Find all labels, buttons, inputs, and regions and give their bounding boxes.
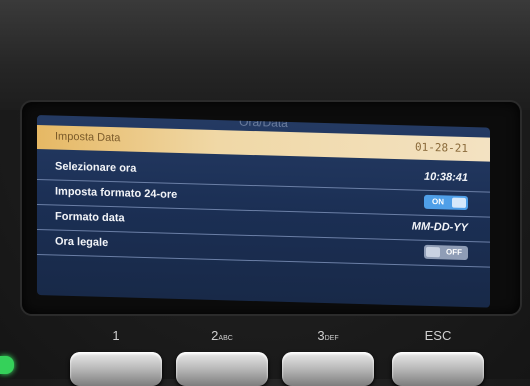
key-label: 2ABC [211,328,233,343]
toggle-knob [452,197,466,208]
setting-label: Selezionare ora [55,160,137,175]
24h-format-toggle[interactable]: ON [424,194,468,211]
key-label: 1 [112,328,120,343]
key-label: ESC [424,328,452,343]
setting-label: Imposta Data [55,130,121,145]
keypad: 1 2ABC 3DEF ESC [0,328,530,386]
date-format-value: MM-DD-YY [411,220,468,235]
device-housing [0,0,530,110]
key-esc[interactable]: ESC [392,328,484,386]
setting-label: Imposta formato 24-ore [55,185,178,201]
setting-label: Formato data [55,210,125,225]
toggle-state-label: ON [432,197,444,207]
lcd-screen: Ora/Data Imposta Data 01-28-21 Seleziona… [37,115,490,308]
key-1[interactable]: 1 [70,328,162,386]
status-led [0,356,14,374]
key-2[interactable]: 2ABC [176,328,268,386]
toggle-knob [426,246,440,258]
time-value: 10:38:41 [423,170,468,185]
key-label: 3DEF [317,328,339,343]
toggle-state-label: OFF [446,247,462,257]
daylight-saving-toggle[interactable]: OFF [424,244,468,261]
date-value: 01-28-21 [415,140,468,156]
setting-label: Ora legale [55,235,109,249]
key-3[interactable]: 3DEF [282,328,374,386]
